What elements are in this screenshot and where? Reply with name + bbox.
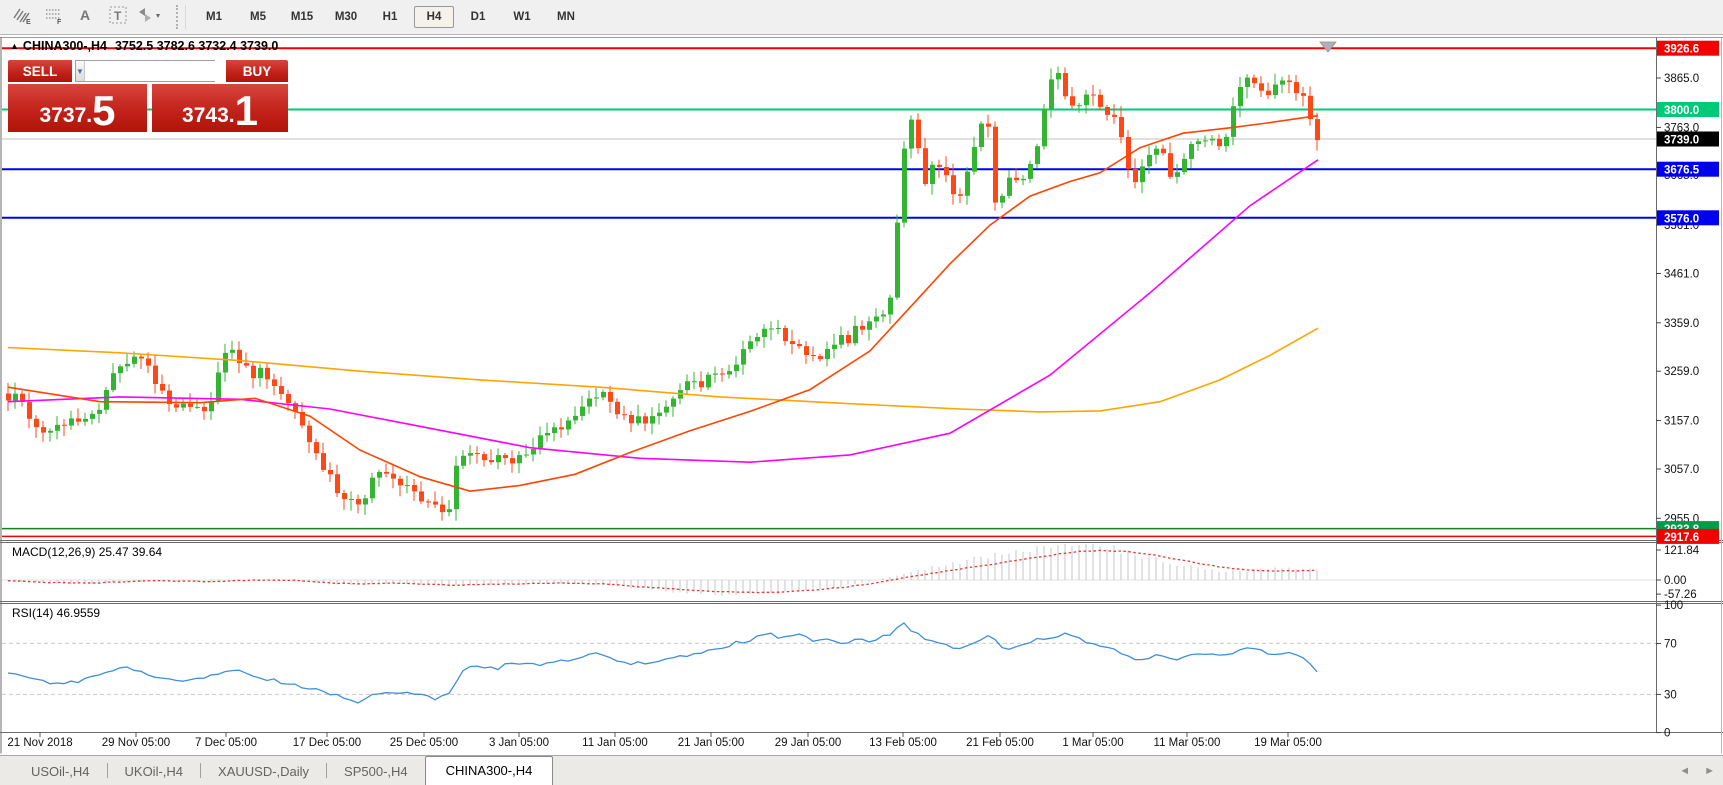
- price-tick-label: 3359.0: [1664, 318, 1699, 330]
- time-axis-label: 17 Dec 05:00: [293, 737, 361, 749]
- timeframe-h1-button[interactable]: H1: [370, 6, 410, 28]
- svg-text:T: T: [114, 9, 122, 23]
- template-grid-button[interactable]: F: [39, 3, 69, 31]
- timeframe-mn-button[interactable]: MN: [546, 6, 586, 28]
- indicators-hatch-button[interactable]: E: [7, 3, 37, 31]
- sell-price-panel[interactable]: 3737.5: [8, 84, 147, 132]
- price-tick-label: 3259.0: [1664, 366, 1699, 378]
- rsi-axis-label: 70: [1664, 638, 1677, 650]
- sell-price-big-digit: 5: [92, 93, 115, 129]
- volume-box: ▼ ▲: [75, 60, 215, 82]
- chart-tab-china300-h4[interactable]: CHINA300-,H4: [425, 756, 554, 785]
- price-tick-label: 3865.0: [1664, 73, 1699, 85]
- price-badge-label: 3739.0: [1664, 135, 1699, 147]
- price-badge-label: 2917.6: [1664, 532, 1699, 544]
- chart-area: 3865.03763.03665.03561.03461.03359.03259…: [0, 35, 1723, 755]
- price-badge-label: 3800.0: [1664, 105, 1699, 117]
- symbol-ohlc: 3752.5 3782.6 3732.4 3739.0: [115, 39, 278, 53]
- timeframe-m1-button[interactable]: M1: [194, 6, 234, 28]
- timeframe-w1-button[interactable]: W1: [502, 6, 542, 28]
- rsi-axis-label: 30: [1664, 689, 1677, 701]
- text-label-button[interactable]: A: [71, 3, 101, 31]
- sell-price-main: 3737.: [40, 105, 93, 129]
- price-tick-label: 3057.0: [1664, 464, 1699, 476]
- time-axis-label: 29 Nov 05:00: [102, 737, 170, 749]
- price-chart-canvas[interactable]: 3865.03763.03665.03561.03461.03359.03259…: [0, 35, 1723, 755]
- toolbar-icons: EFAT: [0, 3, 166, 31]
- rsi-axis-label: 100: [1664, 600, 1683, 612]
- timeframe-buttons: M1M5M15M30H1H4D1W1MN: [192, 6, 588, 28]
- mt4-window: EFAT M1M5M15M30H1H4D1W1MN 3865.03763.036…: [0, 0, 1723, 785]
- price-tick-label: 3157.0: [1664, 416, 1699, 428]
- template-grid-icon: F: [43, 4, 65, 31]
- tabs-scroll-right-icon[interactable]: ►: [1704, 765, 1715, 777]
- svg-text:E: E: [26, 19, 31, 26]
- time-axis-label: 1 Mar 05:00: [1062, 737, 1123, 749]
- chart-tab-usoil-h4[interactable]: USOil-,H4: [14, 759, 107, 785]
- indicators-hatch-icon: E: [11, 4, 33, 31]
- macd-indicator-label: MACD(12,26,9) 25.47 39.64: [12, 545, 162, 559]
- buy-button[interactable]: BUY: [226, 60, 288, 82]
- chart-tab-bar: USOil-,H4UKOil-,H4XAUUSD-,DailySP500-,H4…: [0, 755, 1723, 785]
- text-box-button[interactable]: T: [103, 3, 133, 31]
- toolbar-grip[interactable]: [176, 5, 186, 29]
- rsi-line: [8, 623, 1317, 703]
- price-badge-label: 3926.6: [1664, 44, 1699, 56]
- price-badge-label: 3576.0: [1664, 213, 1699, 225]
- timeframe-d1-button[interactable]: D1: [458, 6, 498, 28]
- macd-axis-label: 0.00: [1664, 575, 1686, 587]
- volume-decrease-button[interactable]: ▼: [76, 61, 85, 81]
- time-axis-label: 21 Nov 2018: [7, 737, 72, 749]
- sell-button[interactable]: SELL: [8, 60, 72, 82]
- objects-arrange-icon: [135, 4, 165, 31]
- price-badge-label: 3676.5: [1664, 165, 1700, 177]
- time-axis-label: 19 Mar 05:00: [1254, 737, 1322, 749]
- text-box-icon: T: [107, 4, 129, 31]
- price-tick-label: 3461.0: [1664, 269, 1699, 281]
- timeframe-h4-button[interactable]: H4: [414, 6, 454, 28]
- buy-price-main: 3743.: [182, 105, 235, 129]
- tabs-scroll-left-icon[interactable]: ◄: [1679, 765, 1690, 777]
- time-axis-label: 29 Jan 05:00: [775, 737, 842, 749]
- buy-price-big-digit: 1: [235, 93, 258, 129]
- chart-tab-ukoil-h4[interactable]: UKOil-,H4: [108, 759, 201, 785]
- time-axis-label: 3 Jan 05:00: [489, 737, 549, 749]
- timeframe-m15-button[interactable]: M15: [282, 6, 322, 28]
- rsi-indicator-label: RSI(14) 46.9559: [12, 606, 100, 620]
- one-click-trading-panel: SELL ▼ ▲ BUY 3737.5 3743.1: [8, 60, 288, 132]
- time-axis-label: 21 Jan 05:00: [678, 737, 745, 749]
- svg-text:A: A: [80, 7, 90, 23]
- collapse-triangle-icon[interactable]: ▲: [10, 41, 19, 51]
- chart-tab-sp500-h4[interactable]: SP500-,H4: [327, 759, 425, 785]
- buy-price-panel[interactable]: 3743.1: [152, 84, 288, 132]
- chart-tabs: USOil-,H4UKOil-,H4XAUUSD-,DailySP500-,H4…: [14, 756, 553, 785]
- time-axis-label: 13 Feb 05:00: [869, 737, 937, 749]
- time-axis-label: 11 Mar 05:00: [1154, 737, 1221, 749]
- rsi-axis-label: 0: [1664, 728, 1670, 740]
- time-axis-label: 7 Dec 05:00: [195, 737, 257, 749]
- svg-text:F: F: [57, 19, 62, 26]
- timeframe-m30-button[interactable]: M30: [326, 6, 366, 28]
- time-axis-label: 21 Feb 05:00: [966, 737, 1034, 749]
- toolbar: E F A T M1M5M15M30H1H4D1W1MN: [0, 0, 1723, 35]
- time-axis-label: 25 Dec 05:00: [390, 737, 458, 749]
- time-axis-label: 11 Jan 05:00: [582, 737, 648, 749]
- symbol-info: ▲ CHINA300-,H4 3752.5 3782.6 3732.4 3739.0: [10, 39, 278, 53]
- text-label-icon: A: [75, 4, 97, 31]
- ma-fast-line: [8, 116, 1318, 492]
- symbol-name: CHINA300-,H4: [23, 39, 107, 53]
- chart-tab-xauusd-daily[interactable]: XAUUSD-,Daily: [201, 759, 326, 785]
- scale-marker-icon: [1320, 42, 1336, 52]
- timeframe-m5-button[interactable]: M5: [238, 6, 278, 28]
- objects-arrange-button[interactable]: [135, 3, 165, 31]
- macd-axis-label: 121.84: [1664, 545, 1700, 557]
